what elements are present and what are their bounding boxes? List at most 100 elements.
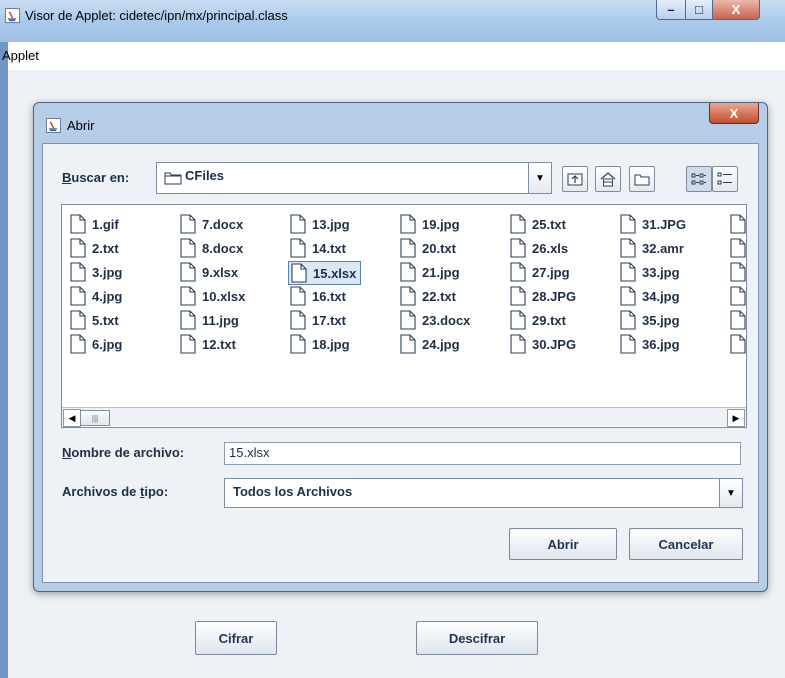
file-item[interactable]: 10.xlsx: [178, 285, 249, 307]
file-name: 34.jpg: [642, 288, 680, 304]
look-in-value: CFiles: [185, 168, 225, 183]
file-item[interactable]: 17.txt: [288, 309, 350, 331]
menu-bar: Applet: [2, 42, 785, 70]
file-name: 1.gif: [92, 216, 119, 232]
file-item[interactable]: 29.txt: [508, 309, 570, 331]
file-item[interactable]: 27.jpg: [508, 261, 574, 283]
file-name: 29.txt: [532, 312, 566, 328]
file-item[interactable]: [728, 213, 756, 235]
file-item[interactable]: 7.docx: [178, 213, 247, 235]
file-item[interactable]: 12.txt: [178, 333, 240, 355]
window-title: Visor de Applet: cidetec/ipn/mx/principa…: [25, 8, 288, 23]
close-button[interactable]: X: [713, 0, 760, 20]
file-name: 35.jpg: [642, 312, 680, 328]
file-item[interactable]: [728, 285, 756, 307]
file-name: 4.jpg: [92, 288, 123, 304]
look-in-combo[interactable]: CFiles ▼: [156, 162, 552, 194]
file-item[interactable]: [728, 237, 756, 259]
maximize-button[interactable]: □: [686, 0, 713, 20]
file-name-field[interactable]: 15.xlsx: [224, 442, 741, 465]
new-folder-button[interactable]: [629, 166, 655, 192]
file-icon: [620, 214, 636, 234]
file-item[interactable]: [728, 333, 756, 355]
file-item[interactable]: 28.JPG: [508, 285, 580, 307]
file-name: 31.JPG: [642, 216, 687, 232]
file-icon: [400, 238, 416, 258]
window-titlebar[interactable]: Visor de Applet: cidetec/ipn/mx/principa…: [0, 0, 785, 42]
file-item[interactable]: [728, 309, 756, 331]
file-item[interactable]: 6.jpg: [68, 333, 126, 355]
scroll-right-button[interactable]: ▶: [727, 409, 745, 427]
file-icon: [620, 286, 636, 306]
cancel-button[interactable]: Cancelar: [629, 528, 743, 560]
list-view-button[interactable]: [686, 166, 712, 192]
file-item[interactable]: 33.jpg: [618, 261, 684, 283]
java-icon: [5, 8, 20, 23]
file-icon: [400, 334, 416, 354]
file-item[interactable]: 4.jpg: [68, 285, 126, 307]
dialog-titlebar[interactable]: Abrir X: [34, 103, 767, 143]
file-icon: [70, 214, 86, 234]
file-icon: [620, 262, 636, 282]
file-icon: [180, 238, 196, 258]
file-icon: [70, 310, 86, 330]
file-item[interactable]: 36.jpg: [618, 333, 684, 355]
chevron-down-icon[interactable]: ▼: [719, 479, 742, 507]
look-in-label: Buscar en:: [62, 170, 130, 185]
dialog-close-button[interactable]: X: [709, 103, 759, 124]
file-item[interactable]: 18.jpg: [288, 333, 354, 355]
file-item[interactable]: 8.docx: [178, 237, 247, 259]
file-item[interactable]: 1.gif: [68, 213, 123, 235]
applet-viewer-window: Visor de Applet: cidetec/ipn/mx/principa…: [0, 0, 785, 678]
file-item[interactable]: 35.jpg: [618, 309, 684, 331]
home-button[interactable]: [595, 166, 621, 192]
scroll-left-button[interactable]: ◀: [63, 409, 81, 427]
file-item[interactable]: 21.jpg: [398, 261, 464, 283]
file-item[interactable]: 2.txt: [68, 237, 123, 259]
details-view-icon: [717, 172, 732, 185]
file-item[interactable]: 34.jpg: [618, 285, 684, 307]
menu-applet[interactable]: Applet: [2, 48, 39, 63]
list-view-icon: [691, 173, 706, 185]
chevron-down-icon[interactable]: ▼: [528, 163, 551, 193]
file-icon: [510, 214, 526, 234]
minimize-button[interactable]: –: [656, 0, 686, 20]
file-item[interactable]: 14.txt: [288, 237, 350, 259]
horizontal-scrollbar[interactable]: ◀ ||| ▶: [62, 407, 746, 427]
file-item[interactable]: 11.jpg: [178, 309, 243, 331]
file-icon: [400, 286, 416, 306]
file-name: 10.xlsx: [202, 288, 246, 304]
file-item[interactable]: 19.jpg: [398, 213, 464, 235]
file-icon: [730, 334, 746, 354]
file-item[interactable]: 30.JPG: [508, 333, 580, 355]
open-button[interactable]: Abrir: [509, 528, 617, 560]
scroll-thumb[interactable]: |||: [80, 410, 110, 426]
file-item[interactable]: [728, 261, 756, 283]
decrypt-button[interactable]: Descifrar: [416, 621, 538, 655]
new-folder-icon: [634, 174, 650, 185]
file-type-combo[interactable]: Todos los Archivos ▼: [224, 478, 743, 508]
file-item[interactable]: 9.xlsx: [178, 261, 242, 283]
file-item[interactable]: 20.txt: [398, 237, 460, 259]
file-icon: [70, 334, 86, 354]
file-item[interactable]: 22.txt: [398, 285, 460, 307]
file-item[interactable]: 32.amr: [618, 237, 688, 259]
file-item[interactable]: 25.txt: [508, 213, 570, 235]
file-list: 1.gif 2.txt 3.jpg 4.jpg 5.txt 6.jpg 7.docx 8.do…: [61, 204, 747, 428]
up-folder-icon: [567, 173, 583, 186]
file-item[interactable]: 31.JPG: [618, 213, 690, 235]
maximize-icon: □: [695, 2, 703, 17]
up-folder-button[interactable]: [562, 166, 588, 192]
details-view-button[interactable]: [712, 166, 738, 192]
file-item[interactable]: 5.txt: [68, 309, 123, 331]
file-item[interactable]: 16.txt: [288, 285, 350, 307]
dialog-title: Abrir: [67, 118, 95, 133]
file-item[interactable]: 13.jpg: [288, 213, 354, 235]
file-item[interactable]: 15.xlsx: [288, 261, 362, 285]
file-item[interactable]: 24.jpg: [398, 333, 464, 355]
file-item[interactable]: 23.docx: [398, 309, 474, 331]
file-icon: [180, 286, 196, 306]
encrypt-button[interactable]: Cifrar: [195, 621, 277, 655]
file-item[interactable]: 3.jpg: [68, 261, 126, 283]
file-item[interactable]: 26.xls: [508, 237, 572, 259]
